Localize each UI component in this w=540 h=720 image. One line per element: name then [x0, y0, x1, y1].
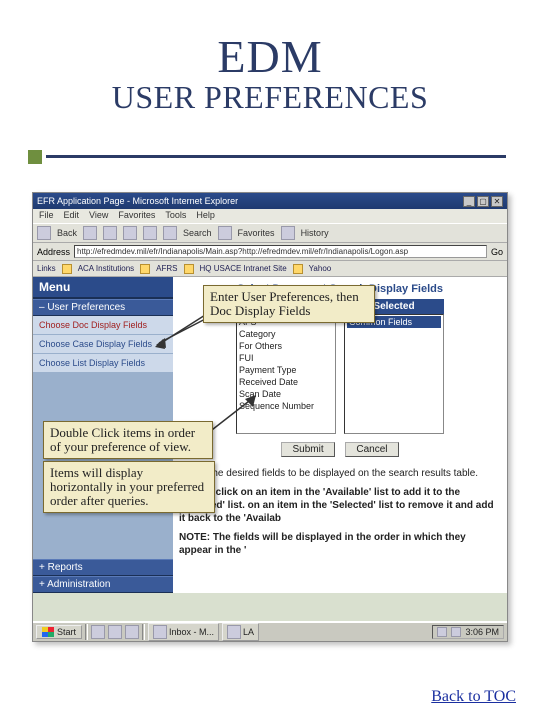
start-label: Start [57, 627, 76, 637]
window-titlebar: EFR Application Page - Microsoft Interne… [33, 193, 507, 209]
history-icon[interactable] [281, 226, 295, 240]
links-bar: Links ACA Institutions AFRS HQ USACE Int… [33, 261, 507, 277]
minimize-button[interactable]: _ [463, 196, 475, 207]
search-label: Search [183, 228, 212, 238]
browser-toolbar: Back Search Favorites History [33, 223, 507, 243]
taskbar-task[interactable]: LA [222, 623, 259, 641]
search-icon[interactable] [163, 226, 177, 240]
favorites-icon[interactable] [218, 226, 232, 240]
list-item[interactable]: Category [239, 328, 333, 340]
link-icon [140, 264, 150, 274]
menu-file[interactable]: File [39, 210, 54, 222]
window-title: EFR Application Page - Microsoft Interne… [37, 196, 461, 206]
forward-icon[interactable] [83, 226, 97, 240]
list-item[interactable]: Payment Type [239, 364, 333, 376]
slide-title-2: USER PREFERENCES [0, 79, 540, 116]
help-line-1: Select the desired fields to be displaye… [179, 467, 501, 480]
refresh-icon[interactable] [123, 226, 137, 240]
list-item[interactable]: Received Date [239, 376, 333, 388]
main-panel: Select Document Search Display Fields Av… [173, 277, 507, 593]
selected-listbox[interactable]: Common Fields [344, 314, 444, 434]
app-icon [227, 625, 241, 639]
link-icon [62, 264, 72, 274]
sidebar-item-list-display[interactable]: Choose List Display Fields [33, 354, 173, 373]
back-icon[interactable] [37, 226, 51, 240]
quicklaunch-icon[interactable] [108, 625, 122, 639]
taskbar-separator [85, 624, 88, 640]
slide-title-1: EDM [0, 30, 540, 83]
sidebar-header-menu: Menu [33, 277, 173, 299]
go-button[interactable]: Go [491, 247, 503, 257]
submit-button[interactable]: Submit [281, 442, 334, 457]
browser-menubar: File Edit View Favorites Tools Help [33, 209, 507, 223]
help-text: Select the desired fields to be displaye… [179, 467, 501, 557]
maximize-button[interactable]: ▢ [477, 196, 489, 207]
help-line-2: Double click on an item in the 'Availabl… [179, 486, 501, 525]
system-tray: 3:06 PM [432, 625, 504, 639]
address-label: Address [37, 247, 70, 257]
start-button[interactable]: Start [36, 625, 82, 639]
tray-icon[interactable] [437, 627, 447, 637]
task-label: LA [243, 627, 254, 637]
links-label: Links [37, 264, 56, 273]
task-label: Inbox - M... [169, 627, 214, 637]
sidebar-section-user-prefs[interactable]: – User Preferences [33, 299, 173, 316]
app-icon [153, 625, 167, 639]
list-item[interactable]: Scan Date [239, 388, 333, 400]
menu-help[interactable]: Help [196, 210, 215, 222]
help-line-3: NOTE: The fields will be displayed in th… [179, 531, 501, 557]
history-label: History [301, 228, 329, 238]
sidebar-item-case-display[interactable]: Choose Case Display Fields [33, 335, 173, 354]
link-icon [293, 264, 303, 274]
callout-enter-prefs: Enter User Preferences, then Doc Display… [203, 285, 375, 323]
list-item[interactable]: For Others [239, 340, 333, 352]
taskbar-task[interactable]: Inbox - M... [148, 623, 219, 641]
clock: 3:06 PM [465, 627, 499, 637]
list-item[interactable]: FUI [239, 352, 333, 364]
menu-tools[interactable]: Tools [165, 210, 186, 222]
back-label: Back [57, 228, 77, 238]
windows-taskbar: Start Inbox - M... LA 3:06 PM [33, 621, 507, 641]
link-item[interactable]: Yahoo [309, 264, 332, 273]
address-input[interactable] [74, 245, 487, 258]
sidebar-item-doc-display[interactable]: Choose Doc Display Fields [33, 316, 173, 335]
address-bar: Address Go [33, 243, 507, 261]
sidebar-section-reports[interactable]: + Reports [33, 559, 173, 576]
cancel-button[interactable]: Cancel [345, 442, 398, 457]
windows-flag-icon [42, 627, 54, 637]
close-button[interactable]: ✕ [491, 196, 503, 207]
accent-square [28, 150, 42, 164]
callout-double-click: Double Click items in order of your pref… [43, 421, 213, 459]
stop-icon[interactable] [103, 226, 117, 240]
favorites-label: Favorites [238, 228, 275, 238]
back-to-toc-link[interactable]: Back to TOC [431, 688, 516, 706]
sidebar-section-admin[interactable]: + Administration [33, 576, 173, 593]
list-item[interactable]: Sequence Number [239, 400, 333, 412]
callout-display-order: Items will display horizontally in your … [43, 461, 215, 513]
link-item[interactable]: ACA Institutions [78, 264, 134, 273]
taskbar-separator [142, 624, 145, 640]
available-listbox[interactable]: AFS Category For Others FUI Payment Type… [236, 314, 336, 434]
menu-edit[interactable]: Edit [64, 210, 80, 222]
link-item[interactable]: HQ USACE Intranet Site [200, 264, 287, 273]
browser-screenshot: EFR Application Page - Microsoft Interne… [32, 192, 508, 642]
home-icon[interactable] [143, 226, 157, 240]
tray-icon[interactable] [451, 627, 461, 637]
menu-view[interactable]: View [89, 210, 108, 222]
link-icon [184, 264, 194, 274]
link-item[interactable]: AFRS [156, 264, 177, 273]
menu-favorites[interactable]: Favorites [118, 210, 155, 222]
quicklaunch-icon[interactable] [125, 625, 139, 639]
quicklaunch-icon[interactable] [91, 625, 105, 639]
title-rule [46, 155, 506, 158]
